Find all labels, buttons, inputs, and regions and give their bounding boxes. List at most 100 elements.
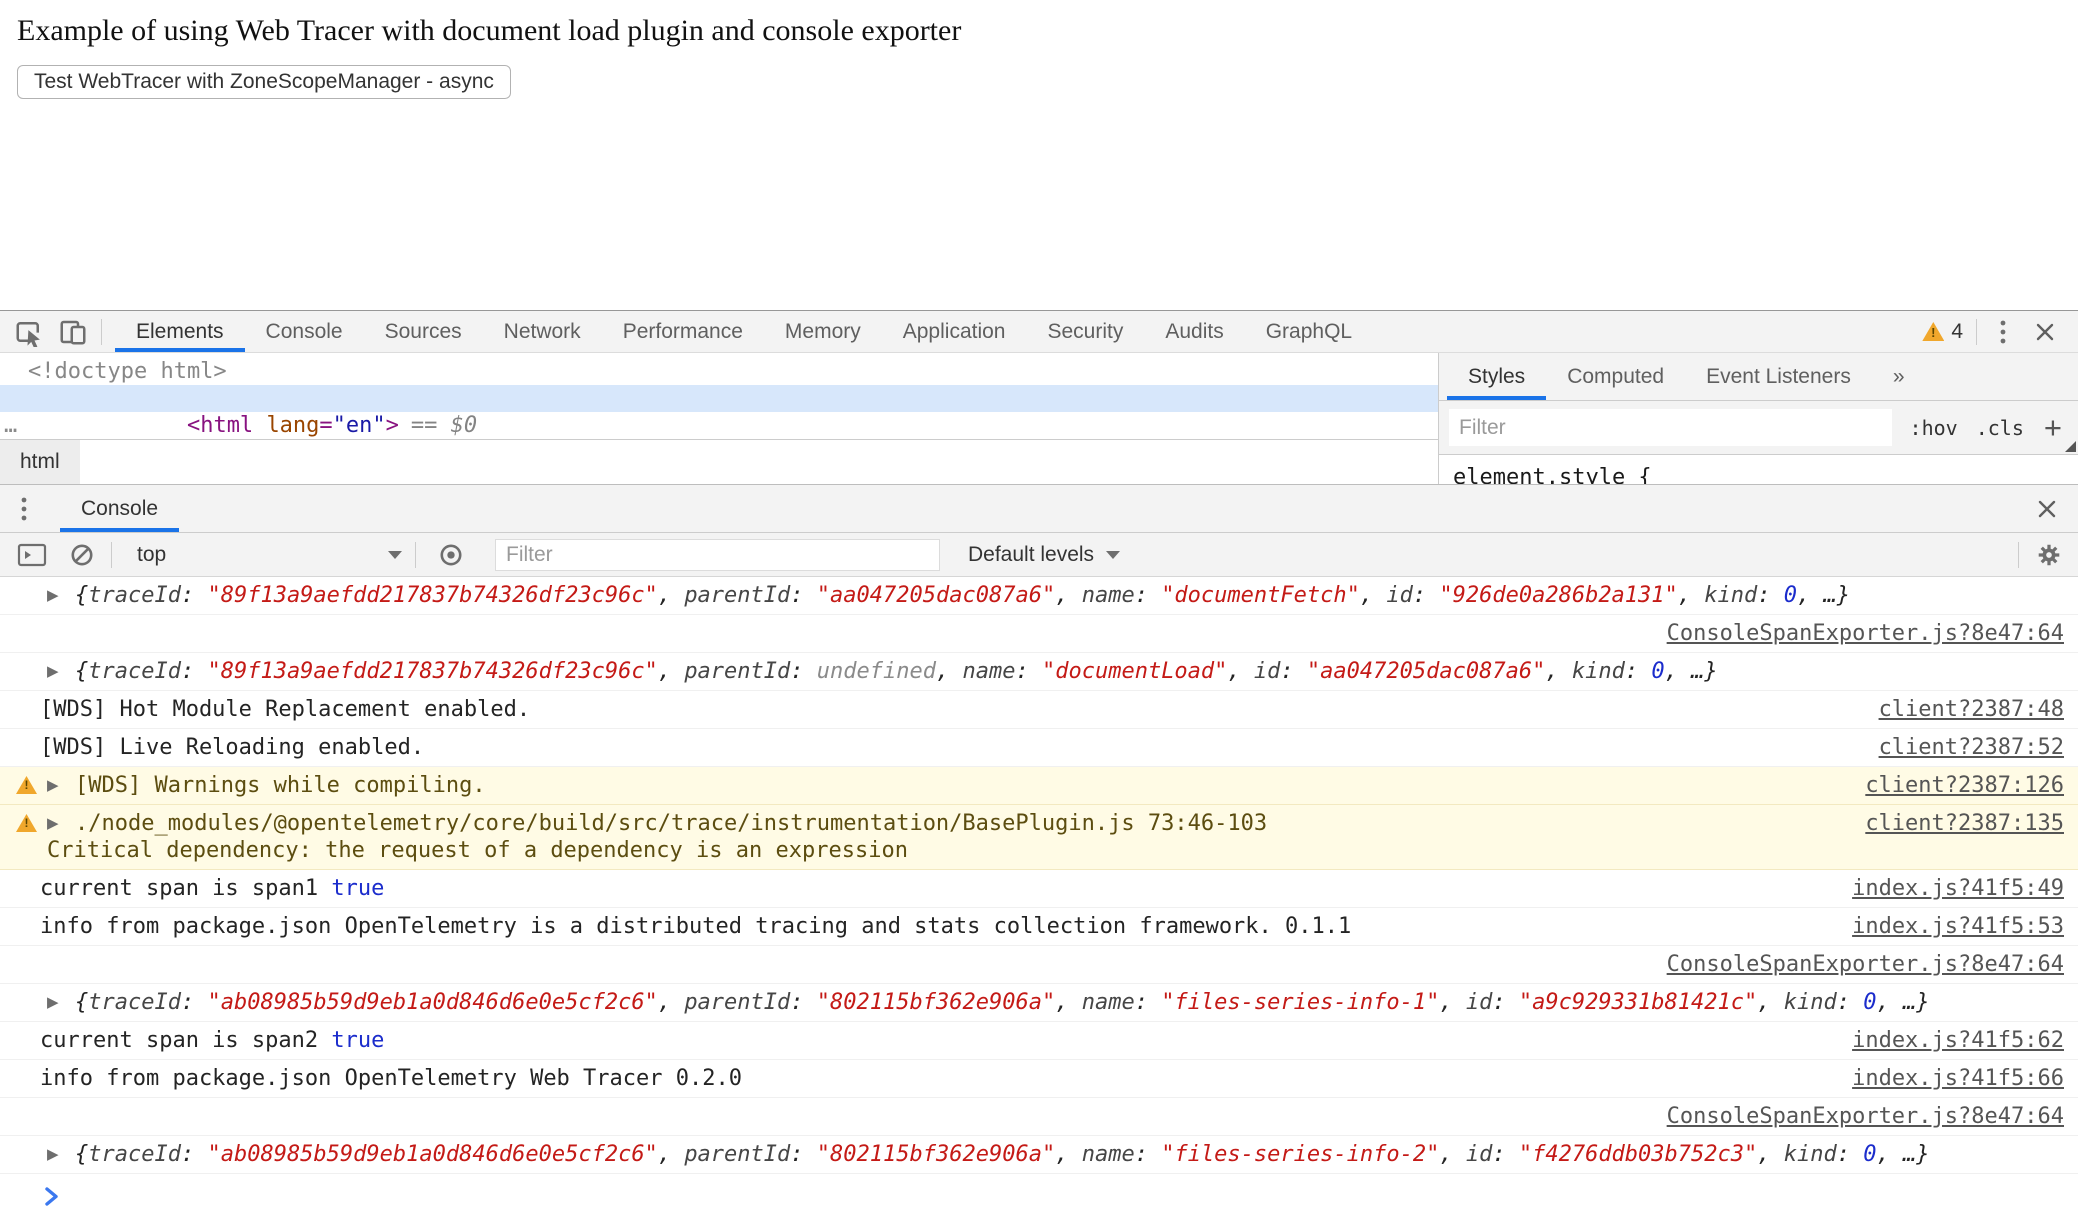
message-segment: , [1055, 1142, 1082, 1167]
element-style-rule: element.style { [1453, 465, 2078, 484]
tab-computed[interactable]: Computed [1546, 353, 1685, 400]
message-segment: traceId [88, 659, 181, 684]
message-segment: name [963, 659, 1016, 684]
console-message-row: ConsoleSpanExporter.js?8e47:64 [0, 946, 2078, 984]
console-filter-input[interactable] [495, 539, 940, 571]
toggle-device-toolbar-icon[interactable] [58, 311, 88, 352]
clear-console-icon[interactable] [66, 542, 98, 568]
tab-memory[interactable]: Memory [764, 311, 882, 352]
tab-security[interactable]: Security [1026, 311, 1144, 352]
new-style-rule-button[interactable]: + [2044, 416, 2062, 440]
message-segment: id [1466, 1142, 1493, 1167]
message-segment: "926de0a286b2a131" [1439, 583, 1677, 608]
close-drawer-icon[interactable] [2030, 485, 2064, 532]
tab-console[interactable]: Console [245, 311, 364, 352]
context-selector[interactable]: top [137, 543, 402, 567]
message-segment: traceId [88, 990, 181, 1015]
console-drawer-tab[interactable]: Console [60, 485, 179, 532]
message-segment: , [936, 659, 963, 684]
attr-eq: = [319, 413, 332, 438]
tab-graphql[interactable]: GraphQL [1245, 311, 1373, 352]
object-preview: {traceId: "89f13a9aefdd217837b74326df23c… [75, 658, 2064, 685]
message-segment: "files-series-info-1" [1161, 990, 1439, 1015]
warning-icon [1922, 322, 1944, 341]
message-segment: , [1439, 990, 1466, 1015]
message-segment: parentId [684, 659, 790, 684]
expand-icon[interactable]: ▶ [47, 1141, 75, 1168]
elements-split: <!doctype html> …<html lang="en">== $0 h… [0, 353, 2078, 484]
message-segment: , [1227, 659, 1254, 684]
console-message-row: ConsoleSpanExporter.js?8e47:64 [0, 615, 2078, 653]
expand-icon[interactable]: ▶ [47, 989, 75, 1016]
message-segment: : [790, 990, 817, 1015]
tab-elements[interactable]: Elements [115, 311, 245, 352]
webpage: Example of using Web Tracer with documen… [0, 0, 2078, 310]
source-link[interactable]: ConsoleSpanExporter.js?8e47:64 [1643, 1103, 2064, 1130]
source-link[interactable]: client?2387:126 [1841, 772, 2064, 799]
source-link[interactable]: ConsoleSpanExporter.js?8e47:64 [1643, 951, 2064, 978]
source-link[interactable]: index.js?41f5:53 [1828, 913, 2064, 940]
live-expression-eye-icon[interactable] [435, 542, 467, 568]
hov-pseudo-toggle[interactable]: :hov [1910, 416, 1958, 440]
message-segment: traceId [88, 1142, 181, 1167]
styles-filter-input[interactable] [1449, 409, 1892, 446]
message-text: ./node_modules/@opentelemetry/core/build… [75, 810, 1841, 864]
settings-gear-icon[interactable] [2032, 542, 2066, 568]
source-link[interactable]: index.js?41f5:66 [1828, 1065, 2064, 1092]
source-link[interactable]: index.js?41f5:49 [1828, 875, 2064, 902]
source-link[interactable]: index.js?41f5:62 [1828, 1027, 2064, 1054]
inspect-element-icon[interactable] [14, 311, 44, 352]
message-segment: 0 [1784, 583, 1797, 608]
expand-icon[interactable]: ▶ [47, 772, 75, 799]
message-segment: : [1837, 1142, 1864, 1167]
message-segment: : [1015, 659, 1042, 684]
message-segment: "ab08985b59d9eb1a0d846d6e0e5cf2c6" [207, 1142, 657, 1167]
console-toolbar: top Default levels [0, 533, 2078, 577]
more-panels-icon[interactable]: » [1872, 353, 1926, 400]
source-link[interactable]: client?2387:48 [1855, 696, 2064, 723]
drawer-menu-icon[interactable] [14, 485, 34, 532]
tab-event-listeners[interactable]: Event Listeners [1685, 353, 1872, 400]
message-segment: kind [1572, 659, 1625, 684]
console-prompt[interactable] [0, 1174, 2078, 1213]
source-link[interactable]: ConsoleSpanExporter.js?8e47:64 [1643, 620, 2064, 647]
message-segment: traceId [88, 583, 181, 608]
message-segment: : [181, 990, 208, 1015]
console-message-row: ▶[WDS] Warnings while compiling.client?2… [0, 767, 2078, 805]
tab-styles[interactable]: Styles [1447, 353, 1546, 400]
html-node[interactable]: …<html lang="en">== $0 [0, 385, 1438, 412]
console-message-row: current span is span2 trueindex.js?41f5:… [0, 1022, 2078, 1060]
message-segment: "802115bf362e906a" [817, 990, 1055, 1015]
source-link[interactable]: client?2387:135 [1841, 810, 2064, 837]
tab-sources[interactable]: Sources [364, 311, 483, 352]
tab-network[interactable]: Network [483, 311, 602, 352]
divider [415, 542, 416, 568]
console-message-row: ▶{traceId: "89f13a9aefdd217837b74326df23… [0, 653, 2078, 691]
test-webtracer-button[interactable]: Test WebTracer with ZoneScopeManager - a… [17, 65, 511, 99]
tab-application[interactable]: Application [882, 311, 1027, 352]
tab-performance[interactable]: Performance [602, 311, 764, 352]
breadcrumb: html [0, 439, 1438, 484]
message-segment: name [1082, 583, 1135, 608]
doctype-node[interactable]: <!doctype html> [0, 358, 1438, 385]
warning-line-1: [WDS] Warnings while compiling. [75, 772, 1841, 799]
message-segment: current span is span1 [40, 876, 331, 901]
tab-audits[interactable]: Audits [1144, 311, 1244, 352]
close-devtools-icon[interactable] [2026, 321, 2064, 343]
expand-icon[interactable]: ▶ [47, 810, 75, 837]
breadcrumb-item-html[interactable]: html [0, 440, 80, 484]
console-message-row: ▶{traceId: "ab08985b59d9eb1a0d846d6e0e5c… [0, 1136, 2078, 1174]
log-levels-dropdown[interactable]: Default levels [968, 543, 1120, 567]
tag-close: > [386, 413, 399, 438]
expand-icon[interactable]: ▶ [47, 582, 75, 609]
console-sidebar-icon[interactable] [16, 542, 48, 568]
styles-sidebar: StylesComputedEvent Listeners» :hov .cls… [1438, 353, 2078, 484]
message-segment: : [1135, 990, 1162, 1015]
message-text: [WDS] Live Reloading enabled. [40, 734, 1855, 761]
cls-toggle[interactable]: .cls [1976, 416, 2024, 440]
warning-count-badge[interactable]: 4 [1922, 320, 1963, 344]
message-segment: "aa047205dac087a6" [1307, 659, 1545, 684]
source-link[interactable]: client?2387:52 [1855, 734, 2064, 761]
more-menu-icon[interactable] [1990, 318, 2016, 346]
expand-icon[interactable]: ▶ [47, 658, 75, 685]
